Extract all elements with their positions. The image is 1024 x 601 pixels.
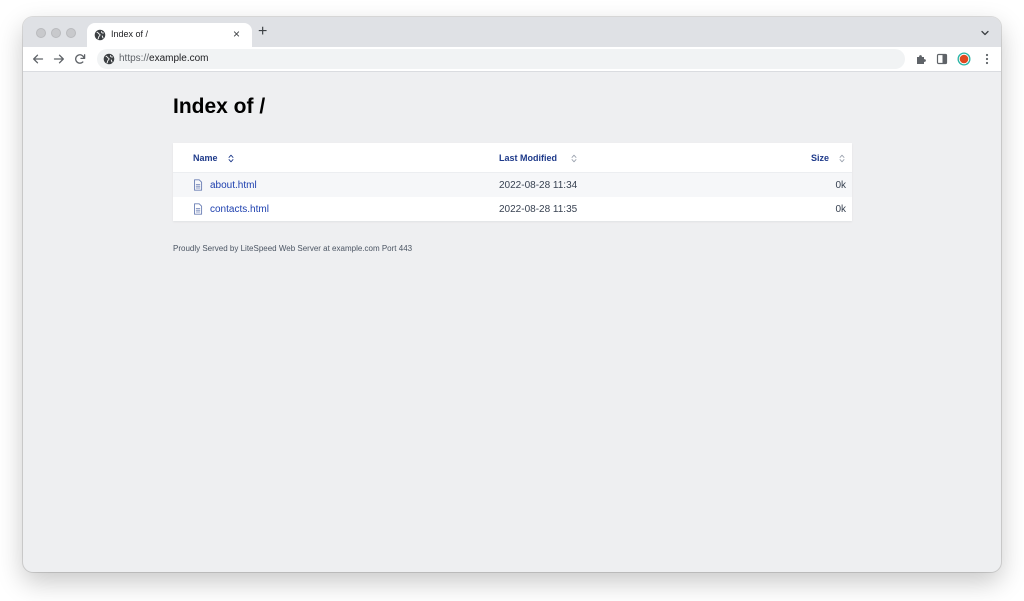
browser-toolbar: https://example.com [23,47,1001,72]
sort-icon[interactable] [228,154,234,163]
new-tab-button[interactable]: + [258,24,267,40]
zoom-window-button[interactable] [66,28,76,38]
tab-title: Index of / [111,29,149,39]
extensions-icon[interactable] [914,52,928,66]
file-icon [194,179,203,191]
tab-search-chevron-icon[interactable] [980,28,990,38]
file-icon [194,203,203,215]
modified-date: 2022-08-28 11:35 [499,204,578,215]
file-listing-table: Name Last Modified Size about.html 2022-… [173,143,852,221]
column-header-size[interactable]: Size [811,153,829,163]
url-scheme: https:// [119,53,150,64]
close-window-button[interactable] [36,28,46,38]
address-url: https://example.com [119,53,208,64]
file-link[interactable]: about.html [210,180,257,191]
globe-icon [94,29,106,41]
address-bar[interactable]: https://example.com [97,49,905,69]
sort-icon[interactable] [839,154,845,163]
forward-icon[interactable] [52,52,66,66]
reload-icon[interactable] [73,52,87,66]
page-title: Index of / [173,95,266,118]
column-header-last-modified[interactable]: Last Modified [499,153,557,163]
table-row: contacts.html 2022-08-28 11:35 0k [173,197,852,221]
column-header-name[interactable]: Name [193,153,218,163]
minimize-window-button[interactable] [51,28,61,38]
tab-strip: Index of / × + [23,17,1001,47]
file-size: 0k [835,180,846,191]
browser-window: Index of / × + https://example.com Index… [23,17,1001,572]
tab-close-button[interactable]: × [233,27,240,41]
menu-icon[interactable] [980,52,994,66]
browser-tab[interactable]: Index of / × [87,23,252,47]
url-host: example.com [149,53,209,64]
modified-date: 2022-08-28 11:34 [499,180,578,191]
table-row: about.html 2022-08-28 11:34 0k [173,173,852,197]
back-icon[interactable] [31,52,45,66]
file-size: 0k [835,204,846,215]
sort-icon[interactable] [571,154,577,163]
profile-icon[interactable] [957,52,971,66]
server-footer: Proudly Served by LiteSpeed Web Server a… [173,244,413,253]
side-panel-icon[interactable] [935,52,949,66]
site-info-icon[interactable] [103,53,115,65]
file-link[interactable]: contacts.html [210,204,269,215]
table-header: Name Last Modified Size [173,143,852,173]
